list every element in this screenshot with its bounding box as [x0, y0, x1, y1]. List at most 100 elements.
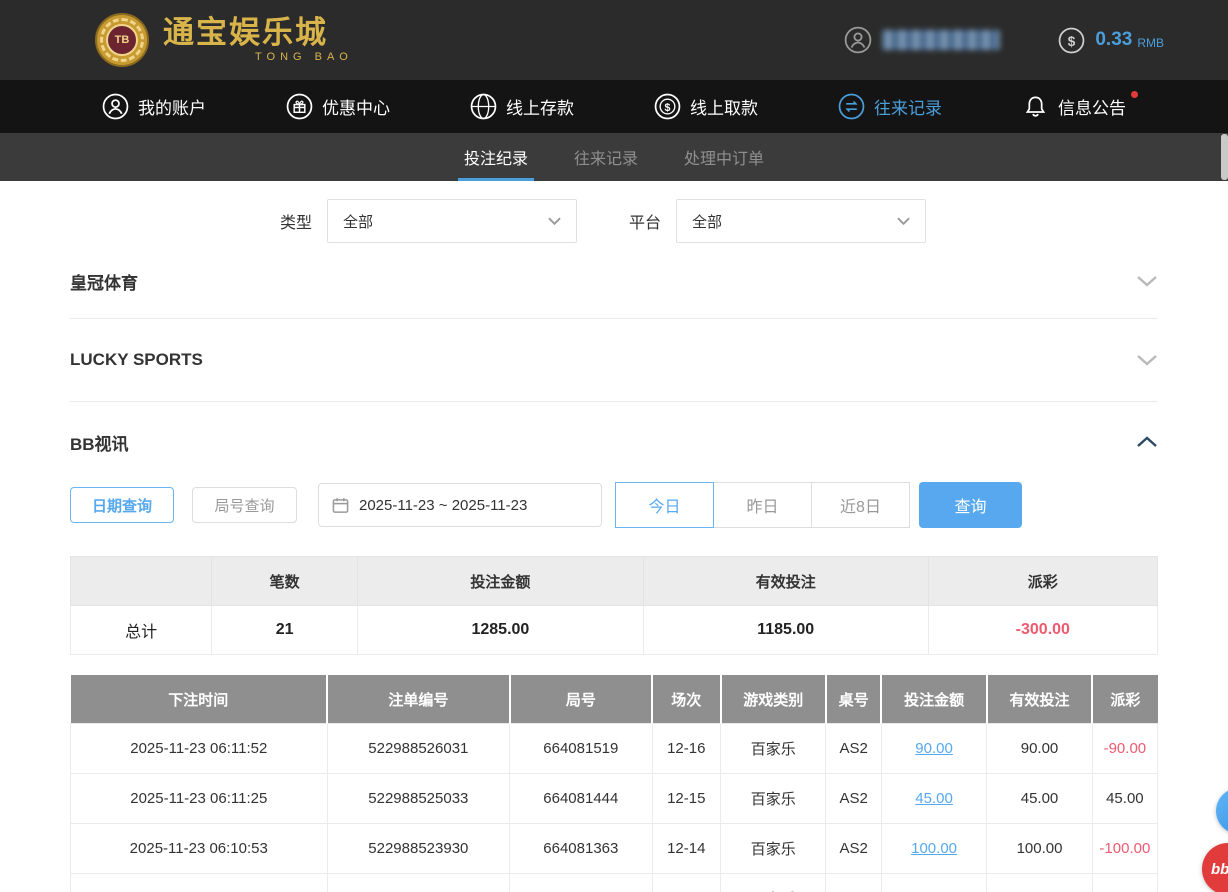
date-range-input[interactable]: 2025-11-23 ~ 2025-11-23: [318, 483, 602, 527]
query-bar: 日期查询 局号查询 2025-11-23 ~ 2025-11-23 今日 昨日 …: [70, 482, 1158, 528]
bet-time: 2025-11-23 06:10:53: [71, 824, 328, 874]
col-bet-time: 下注时间: [71, 675, 328, 724]
chevron-down-icon: [1136, 354, 1158, 366]
nav-label: 我的账户: [138, 94, 206, 119]
quick-range-group: 今日 昨日 近8日: [615, 482, 910, 528]
chevron-down-icon: [1136, 275, 1158, 287]
valid-bet: 90.00: [987, 724, 1092, 774]
order-number: 522988522852: [327, 874, 510, 892]
tab-pending-orders[interactable]: 处理中订单: [684, 133, 764, 181]
session: 12-13: [652, 874, 720, 892]
date-range-value: 2025-11-23 ~ 2025-11-23: [359, 497, 527, 514]
bet-detail-table: 下注时间 注单编号 局号 场次 游戏类别 桌号 投注金额 有效投注 派彩 202…: [70, 675, 1158, 892]
bb-logo: bb: [1211, 861, 1228, 878]
nav-item-records[interactable]: 往来记录: [838, 93, 942, 120]
scrollbar-thumb[interactable]: [1221, 134, 1228, 180]
section-title: LUCKY SPORTS: [70, 350, 203, 370]
order-number: 522988526031: [327, 724, 510, 774]
table-row: 2025-11-23 06:10:53 522988523930 6640813…: [71, 824, 1158, 874]
table-number: AS2: [826, 824, 881, 874]
chevron-up-icon: [1136, 436, 1158, 448]
section-title: 皇冠体育: [70, 269, 138, 294]
nav-label: 信息公告: [1058, 94, 1126, 119]
round-number: 664081363: [510, 824, 652, 874]
user-icon: [102, 93, 129, 120]
payout: -90.00: [1092, 724, 1157, 774]
summary-table: 笔数 投注金额 有效投注 派彩 总计 21 1285.00 1185.00 -3…: [70, 556, 1158, 655]
order-number: 522988525033: [327, 774, 510, 824]
svg-text:$: $: [665, 102, 671, 114]
summary-total-row: 总计 21 1285.00 1185.00 -300.00: [71, 606, 1158, 655]
session: 12-14: [652, 824, 720, 874]
username-redacted[interactable]: [882, 30, 1000, 50]
content-area: 类型 全部 平台 全部 皇冠体育 LUCKY: [0, 198, 1228, 892]
brand-logo[interactable]: TB 通宝娱乐城 TONG BAO: [95, 13, 353, 67]
session: 12-15: [652, 774, 720, 824]
bet-amount-link[interactable]: 45.00: [915, 790, 953, 807]
chevron-down-icon: [548, 217, 561, 225]
total-label: 总计: [71, 606, 212, 655]
col-order-number: 注单编号: [327, 675, 510, 724]
summary-header-row: 笔数 投注金额 有效投注 派彩: [71, 557, 1158, 606]
nav-item-my-account[interactable]: 我的账户: [102, 93, 206, 120]
section-lucky-sports[interactable]: LUCKY SPORTS: [70, 319, 1158, 402]
summary-header-count: 笔数: [212, 557, 358, 606]
poker-chip-icon: TB: [95, 13, 149, 67]
balance-currency: RMB: [1137, 36, 1164, 50]
valid-bet: 100.00: [987, 824, 1092, 874]
search-button[interactable]: 查询: [919, 482, 1022, 528]
balance-dollar-icon: $: [1058, 27, 1085, 54]
section-title: BB视讯: [70, 430, 129, 455]
yesterday-button[interactable]: 昨日: [713, 482, 812, 528]
brand-name: 通宝娱乐城: [163, 17, 353, 48]
withdraw-icon: $: [654, 93, 681, 120]
table-row: 2025-11-23 06:11:52 522988526031 6640815…: [71, 724, 1158, 774]
total-count: 21: [212, 606, 358, 655]
col-bet-amount: 投注金额: [881, 675, 986, 724]
session: 12-16: [652, 724, 720, 774]
calendar-icon: [332, 497, 349, 514]
game-type: 百家乐: [721, 874, 826, 892]
summary-header-blank: [71, 557, 212, 606]
game-type: 百家乐: [721, 774, 826, 824]
nav-item-promotions[interactable]: 优惠中心: [286, 93, 390, 120]
today-button[interactable]: 今日: [615, 482, 714, 528]
total-bet-amount: 1285.00: [357, 606, 643, 655]
type-select[interactable]: 全部: [327, 199, 577, 243]
game-type: 百家乐: [721, 724, 826, 774]
bet-amount-link[interactable]: 100.00: [911, 840, 957, 857]
round-number: 664081269: [510, 874, 652, 892]
round-number: 664081444: [510, 774, 652, 824]
summary-header-payout: 派彩: [928, 557, 1157, 606]
bet-time: 2025-11-23 06:11:52: [71, 724, 328, 774]
bet-time: 2025-11-23 06:11:25: [71, 774, 328, 824]
section-bb-video[interactable]: BB视讯: [70, 402, 1158, 482]
table-number: AS2: [826, 774, 881, 824]
platform-filter-label: 平台: [629, 209, 661, 233]
table-number: AS2: [826, 874, 881, 892]
nav-item-deposit[interactable]: 线上存款: [470, 93, 574, 120]
nav-item-withdraw[interactable]: $ 线上取款: [654, 93, 758, 120]
bet-time: 2025-11-23 06:10:19: [71, 874, 328, 892]
record-subtabs: 投注纪录 往来记录 处理中订单: [0, 133, 1228, 181]
notification-dot: [1131, 91, 1138, 98]
platform-select[interactable]: 全部: [676, 199, 926, 243]
recent-8-days-button[interactable]: 近8日: [811, 482, 910, 528]
tab-bet-records[interactable]: 投注纪录: [464, 133, 528, 181]
summary-header-bet-amount: 投注金额: [357, 557, 643, 606]
section-crown-sports[interactable]: 皇冠体育: [70, 244, 1158, 319]
bell-icon: [1022, 93, 1049, 120]
top-header: TB 通宝娱乐城 TONG BAO $ 0.33 RMB: [0, 0, 1228, 80]
nav-item-announcements[interactable]: 信息公告: [1022, 93, 1126, 120]
tab-transaction-records[interactable]: 往来记录: [574, 133, 638, 181]
payout: 45.00: [1092, 774, 1157, 824]
col-payout: 派彩: [1092, 675, 1157, 724]
nav-label: 线上取款: [690, 94, 758, 119]
nav-label: 往来记录: [874, 94, 942, 119]
total-payout: -300.00: [928, 606, 1157, 655]
date-query-button[interactable]: 日期查询: [70, 487, 174, 523]
payout: -100.00: [1092, 874, 1157, 892]
round-number: 664081519: [510, 724, 652, 774]
bet-amount-link[interactable]: 90.00: [915, 740, 953, 757]
round-query-button[interactable]: 局号查询: [192, 487, 297, 523]
